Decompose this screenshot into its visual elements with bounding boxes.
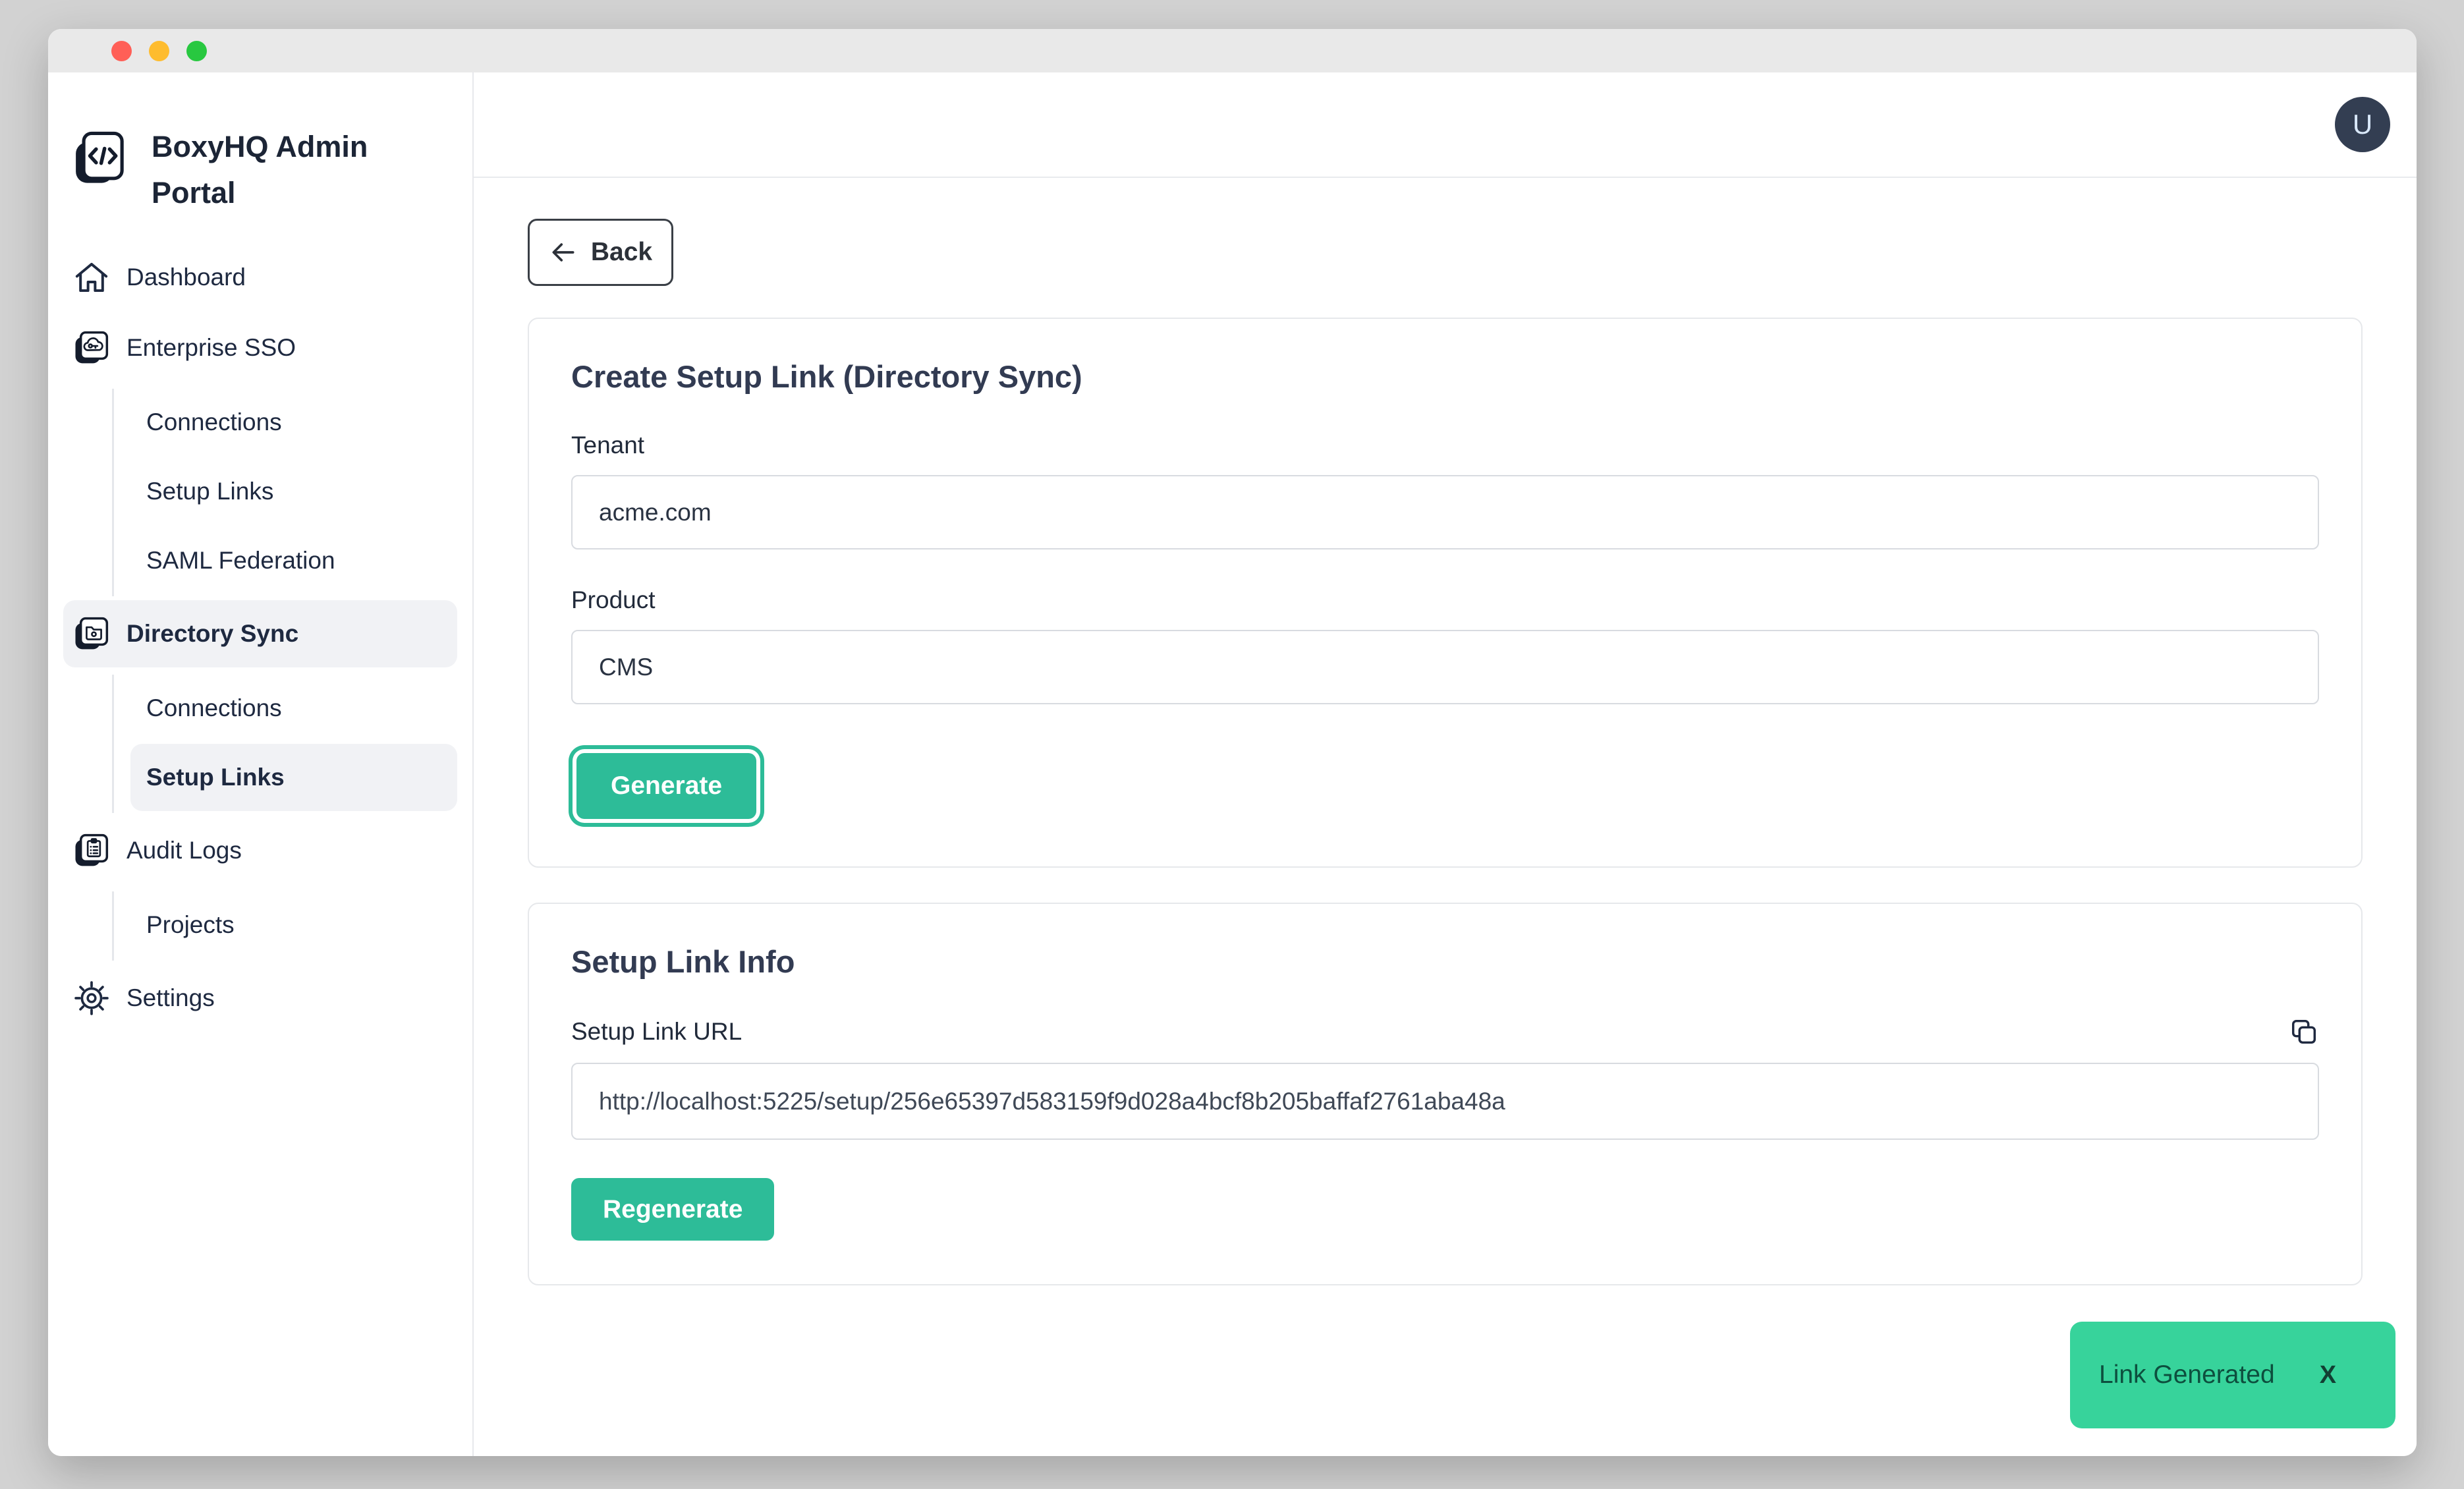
sidebar-item-label: Projects bbox=[146, 911, 235, 939]
sso-keycap-icon bbox=[72, 329, 111, 366]
sso-subnav: Connections Setup Links SAML Federation bbox=[112, 389, 457, 596]
sidebar: BoxyHQ Admin Portal Dashboard bbox=[48, 72, 474, 1456]
home-icon bbox=[72, 259, 111, 296]
sidebar-item-label: Connections bbox=[146, 694, 282, 722]
generate-button[interactable]: Generate bbox=[576, 753, 756, 819]
copy-icon bbox=[2289, 1017, 2319, 1047]
setup-link-info-card: Setup Link Info Setup Link URL bbox=[528, 903, 2363, 1285]
sidebar-item-label: Dashboard bbox=[126, 264, 246, 291]
sidebar-item-directory-sync[interactable]: Directory Sync bbox=[63, 600, 457, 667]
sidebar-item-settings[interactable]: Settings bbox=[63, 965, 457, 1032]
toast-link-generated: Link Generated X bbox=[2070, 1322, 2395, 1428]
sidebar-item-directory-setup-links[interactable]: Setup Links bbox=[130, 744, 457, 811]
audit-subnav: Projects bbox=[112, 891, 457, 961]
sidebar-item-sso-connections[interactable]: Connections bbox=[130, 389, 457, 456]
gear-icon bbox=[72, 980, 111, 1017]
top-header: U bbox=[474, 72, 2417, 178]
close-window-button[interactable] bbox=[111, 41, 132, 61]
setup-link-url-input[interactable] bbox=[571, 1063, 2319, 1140]
sidebar-nav: Dashboard En bbox=[63, 244, 457, 1035]
card-title: Setup Link Info bbox=[571, 943, 2319, 980]
back-button[interactable]: Back bbox=[528, 219, 673, 286]
sidebar-item-label: Enterprise SSO bbox=[126, 334, 296, 362]
sidebar-item-label: Connections bbox=[146, 408, 282, 436]
sidebar-item-enterprise-sso[interactable]: Enterprise SSO bbox=[63, 314, 457, 381]
maximize-window-button[interactable] bbox=[186, 41, 207, 61]
toast-close-button[interactable]: X bbox=[2316, 1361, 2340, 1390]
main-area: U Back Create Setup Link (Directory Sync bbox=[474, 72, 2417, 1456]
boxyhq-logo-icon bbox=[72, 124, 126, 192]
product-input[interactable] bbox=[571, 630, 2319, 704]
avatar-initial: U bbox=[2353, 109, 2372, 140]
directory-subnav: Connections Setup Links bbox=[112, 675, 457, 813]
sidebar-item-label: Audit Logs bbox=[126, 837, 242, 864]
user-avatar[interactable]: U bbox=[2335, 97, 2390, 152]
arrow-left-icon bbox=[549, 238, 578, 267]
sidebar-item-label: Settings bbox=[126, 984, 215, 1012]
regenerate-button[interactable]: Regenerate bbox=[571, 1178, 774, 1241]
audit-keycap-icon bbox=[72, 832, 111, 869]
sidebar-item-sso-setup-links[interactable]: Setup Links bbox=[130, 458, 457, 525]
card-title: Create Setup Link (Directory Sync) bbox=[571, 358, 2319, 395]
sidebar-item-label: Setup Links bbox=[146, 764, 285, 791]
tenant-label: Tenant bbox=[571, 432, 2319, 459]
minimize-window-button[interactable] bbox=[149, 41, 169, 61]
logo-row[interactable]: BoxyHQ Admin Portal bbox=[63, 124, 457, 216]
sidebar-item-saml-federation[interactable]: SAML Federation bbox=[130, 527, 457, 594]
page-content: Back Create Setup Link (Directory Sync) … bbox=[474, 178, 2417, 1456]
copy-url-button[interactable] bbox=[2289, 1017, 2319, 1047]
directory-keycap-icon bbox=[72, 615, 111, 652]
sidebar-item-projects[interactable]: Projects bbox=[130, 891, 457, 959]
back-label: Back bbox=[591, 238, 652, 267]
app-title: BoxyHQ Admin Portal bbox=[152, 124, 382, 216]
create-setup-link-card: Create Setup Link (Directory Sync) Tenan… bbox=[528, 318, 2363, 868]
product-label: Product bbox=[571, 586, 2319, 614]
sidebar-item-audit-logs[interactable]: Audit Logs bbox=[63, 817, 457, 884]
sidebar-item-dashboard[interactable]: Dashboard bbox=[63, 244, 457, 311]
sidebar-item-directory-connections[interactable]: Connections bbox=[130, 675, 457, 742]
window-titlebar bbox=[48, 29, 2417, 72]
app-window: BoxyHQ Admin Portal Dashboard bbox=[48, 29, 2417, 1456]
sidebar-item-label: Setup Links bbox=[146, 478, 273, 505]
toast-message: Link Generated bbox=[2099, 1361, 2275, 1390]
sidebar-item-label: SAML Federation bbox=[146, 547, 335, 575]
setup-link-url-label: Setup Link URL bbox=[571, 1018, 742, 1046]
sidebar-item-label: Directory Sync bbox=[126, 620, 298, 648]
tenant-input[interactable] bbox=[571, 475, 2319, 549]
